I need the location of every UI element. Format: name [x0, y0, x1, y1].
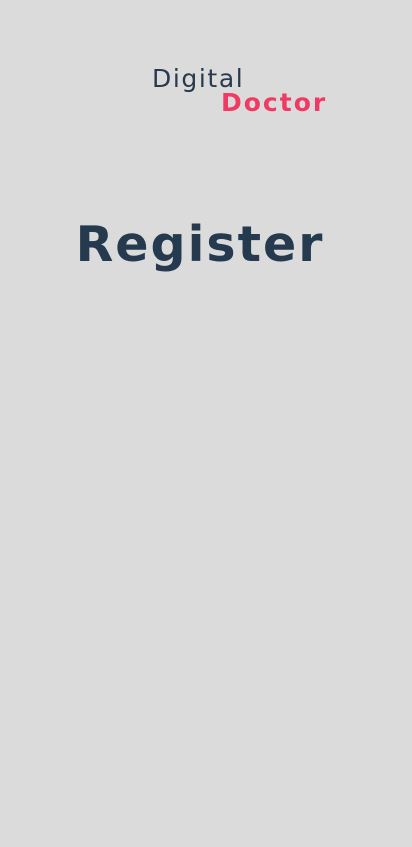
logo-secondary-text: Doctor [221, 88, 328, 117]
register-screen: Digital Doctor Register [0, 0, 412, 847]
app-logo: Digital Doctor [0, 0, 412, 130]
page-title: Register [75, 215, 325, 273]
